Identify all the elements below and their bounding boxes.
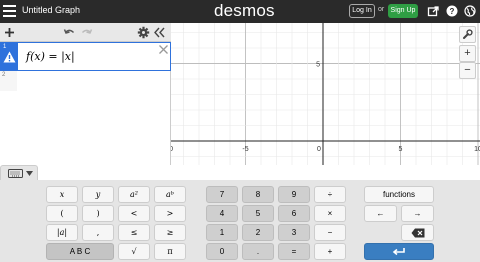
number-key[interactable]: 0 <box>206 243 238 260</box>
keyboard-icon <box>8 169 23 178</box>
number-key[interactable]: = <box>278 243 310 260</box>
x-tick-label: 10 <box>474 146 480 153</box>
add-item-icon[interactable] <box>3 26 16 39</box>
svg-text:?: ? <box>450 7 455 16</box>
keypad-key[interactable]: a² <box>118 186 150 203</box>
delete-expression-icon[interactable] <box>158 44 169 55</box>
operator-key[interactable]: − <box>314 224 346 241</box>
graph-canvas[interactable]: -10 -5 0 5 10 5 <box>163 23 480 165</box>
functions-button[interactable]: functions <box>364 186 434 203</box>
language-globe-icon[interactable] <box>464 5 476 17</box>
redo-icon[interactable] <box>80 26 93 39</box>
expression-row-2[interactable]: 2 <box>0 71 171 165</box>
keypad-toggle[interactable] <box>0 165 38 180</box>
collapse-panel-icon[interactable] <box>153 26 166 39</box>
enter-icon <box>392 248 405 256</box>
backspace-icon <box>411 228 424 238</box>
number-key[interactable]: . <box>242 243 274 260</box>
login-button[interactable]: Log In <box>349 4 375 18</box>
number-key[interactable]: 1 <box>206 224 238 241</box>
warning-icon[interactable] <box>3 51 16 63</box>
keypad-key[interactable]: , <box>82 224 114 241</box>
keypad-key[interactable]: > <box>154 205 186 222</box>
expression-index: 2 <box>2 72 6 78</box>
keypad-key[interactable]: |a| <box>46 224 78 241</box>
caret-down-icon <box>26 171 33 176</box>
y-tick-label: 5 <box>316 62 320 69</box>
top-bar: Untitled Graph desmos Log In or Sign Up … <box>0 0 480 23</box>
abc-keypad-toggle[interactable]: A B C <box>46 243 114 260</box>
number-key[interactable]: 3 <box>278 224 310 241</box>
zoom-out-button[interactable]: − <box>459 62 476 79</box>
expression-gutter: 1 <box>1 43 18 70</box>
number-key[interactable]: 4 <box>206 205 238 222</box>
graph-title[interactable]: Untitled Graph <box>22 5 80 15</box>
undo-icon[interactable] <box>63 26 76 39</box>
graph-paper[interactable]: -10 -5 0 5 10 5 <box>163 23 480 165</box>
signup-button[interactable]: Sign Up <box>388 4 418 18</box>
number-key[interactable]: 8 <box>242 186 274 203</box>
expression-math[interactable]: f(x) = |x| <box>26 50 75 63</box>
keypad-key[interactable]: y <box>82 186 114 203</box>
share-icon[interactable] <box>427 5 439 17</box>
keypad-key[interactable]: ≤ <box>118 224 150 241</box>
x-tick-label: 5 <box>399 146 403 153</box>
enter-key[interactable] <box>364 243 434 260</box>
expression-index: 1 <box>3 44 7 50</box>
operator-key[interactable]: ÷ <box>314 186 346 203</box>
keypad-key[interactable]: ) <box>82 205 114 222</box>
right-arrow-key[interactable]: → <box>401 205 434 222</box>
number-key[interactable]: 2 <box>242 224 274 241</box>
expression-list: 1 f(x) = |x| 2 <box>0 23 171 165</box>
graph-settings-button[interactable] <box>459 26 476 43</box>
settings-gear-icon[interactable] <box>137 26 150 39</box>
number-key[interactable]: 5 <box>242 205 274 222</box>
x-tick-label: -10 <box>171 146 173 153</box>
math-keypad: x y a² aᵇ () < > |a|, ≤ ≥ A B C √ π 7 8 9 ÷ 4 5 6 × 1 2 3− 0. = +… <box>0 180 480 262</box>
x-tick-label: -5 <box>242 146 248 153</box>
expression-row-1[interactable]: 1 f(x) = |x| <box>0 42 171 71</box>
expression-gutter: 2 <box>0 71 17 91</box>
keypad-key[interactable]: x <box>46 186 78 203</box>
keypad-key[interactable]: < <box>118 205 150 222</box>
or-label: or <box>378 6 385 13</box>
menu-icon[interactable] <box>3 5 16 17</box>
desmos-logo: desmos <box>214 1 275 20</box>
wrench-icon <box>463 29 473 39</box>
left-arrow-key[interactable]: ← <box>364 205 397 222</box>
help-icon[interactable]: ? <box>446 5 458 17</box>
operator-key[interactable]: × <box>314 205 346 222</box>
keypad-key[interactable]: aᵇ <box>154 186 186 203</box>
keypad-key[interactable]: ≥ <box>154 224 186 241</box>
expression-toolbar <box>0 23 171 42</box>
keypad-key[interactable]: π <box>154 243 186 260</box>
desmos-calculator: Untitled Graph desmos Log In or Sign Up … <box>0 0 480 262</box>
operator-key[interactable]: + <box>314 243 346 260</box>
keypad-key[interactable]: ( <box>46 205 78 222</box>
number-key[interactable]: 9 <box>278 186 310 203</box>
keypad-key[interactable]: √ <box>118 243 150 260</box>
number-key[interactable]: 6 <box>278 205 310 222</box>
zoom-in-button[interactable]: + <box>459 45 476 62</box>
x-tick-label: 0 <box>317 146 321 153</box>
backspace-key[interactable] <box>401 224 434 241</box>
number-key[interactable]: 7 <box>206 186 238 203</box>
